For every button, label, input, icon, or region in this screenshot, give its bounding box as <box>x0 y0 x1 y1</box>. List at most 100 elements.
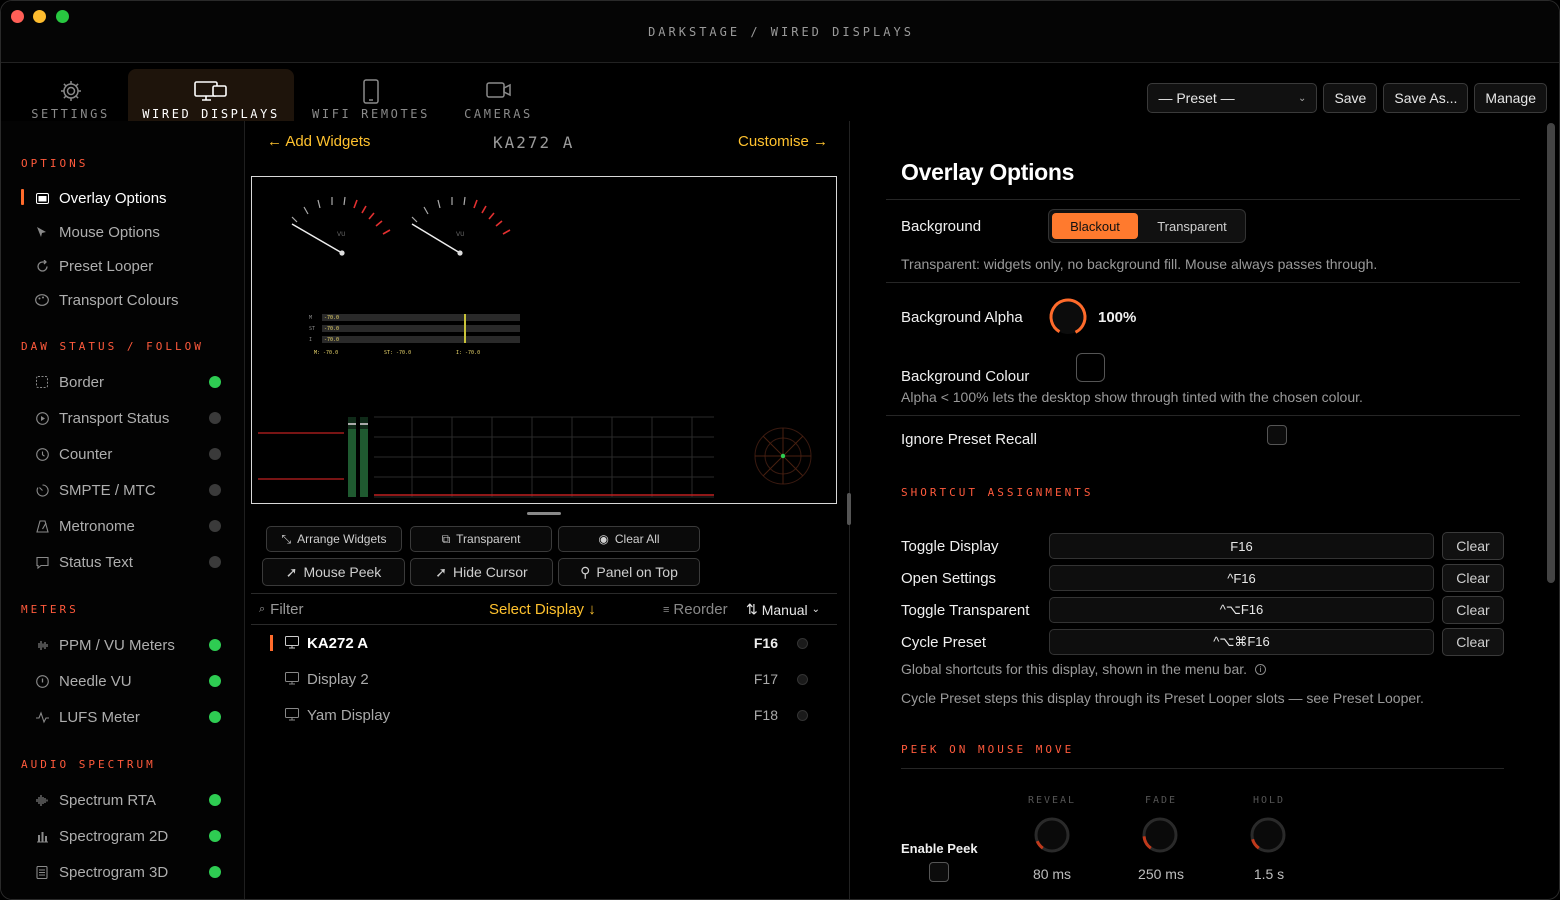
display-status-dot[interactable] <box>797 709 808 721</box>
cursor-icon <box>35 225 49 239</box>
sidebar-item-needle-vu[interactable]: Needle VU <box>21 668 231 694</box>
sort-select[interactable]: ⇅ Manual ⌄ <box>746 601 820 618</box>
blackout-option[interactable]: Blackout <box>1052 213 1138 239</box>
zoom-window-button[interactable] <box>56 10 69 23</box>
svg-text:VU: VU <box>337 231 346 238</box>
minimize-window-button[interactable] <box>33 10 46 23</box>
status-dot-on[interactable] <box>209 794 221 806</box>
status-dot-on[interactable] <box>209 675 221 687</box>
display-shortcut: F18 <box>753 707 778 723</box>
shortcut-field[interactable]: ^⌥F16 <box>1049 597 1434 623</box>
close-window-button[interactable] <box>11 10 24 23</box>
sidebar-item-transport-colours[interactable]: Transport Colours <box>21 287 231 313</box>
status-dot-on[interactable] <box>209 711 221 723</box>
clear-shortcut-button[interactable]: Clear <box>1442 596 1504 624</box>
reveal-knob[interactable] <box>1033 816 1071 854</box>
sidebar-item-transport-status[interactable]: Transport Status <box>21 405 231 431</box>
button-label: Clear All <box>614 532 660 546</box>
sidebar-item-ppm-vu-meters[interactable]: PPM / VU Meters <box>21 632 231 658</box>
enable-peek-checkbox[interactable] <box>929 862 949 882</box>
info-icon[interactable]: i <box>1255 663 1267 675</box>
status-dot-off[interactable] <box>209 520 221 532</box>
select-display-button[interactable]: Select Display ↓ <box>489 601 596 618</box>
svg-text:M: M <box>309 315 312 321</box>
status-dot-on[interactable] <box>209 376 221 388</box>
transparent-button[interactable]: ⧉ Transparent <box>410 526 552 552</box>
mouse-peek-button[interactable]: ➚ Mouse Peek <box>262 558 405 586</box>
status-dot-on[interactable] <box>209 866 221 878</box>
main-tabs: SETTINGS WIRED DISPLAYS WIFI REMOTES CAM… <box>1 63 851 121</box>
page-title: Overlay Options <box>901 159 1075 185</box>
status-dot-off[interactable] <box>209 484 221 496</box>
sidebar-item-spectrogram-2d[interactable]: Spectrogram 2D <box>21 823 231 849</box>
tab-wired-displays[interactable]: WIRED DISPLAYS <box>128 69 294 121</box>
sidebar-item-spectrogram-3d[interactable]: Spectrogram 3D <box>21 859 231 885</box>
hold-knob[interactable] <box>1249 816 1287 854</box>
status-dot-on[interactable] <box>209 830 221 842</box>
shortcut-field[interactable]: F16 <box>1049 533 1434 559</box>
shortcut-field[interactable]: ^F16 <box>1049 565 1434 591</box>
scrollbar[interactable] <box>1547 123 1555 583</box>
customise-link[interactable]: Customise → <box>738 133 828 150</box>
status-dot-off[interactable] <box>209 412 221 424</box>
sidebar-item-spectrum-rta[interactable]: Spectrum RTA <box>21 787 231 813</box>
svg-text:M: -70.0: M: -70.0 <box>314 350 338 356</box>
preview-resize-indicator[interactable] <box>527 512 561 515</box>
transparent-option[interactable]: Transparent <box>1144 213 1240 239</box>
ignore-preset-checkbox[interactable] <box>1267 425 1287 445</box>
sidebar: OPTIONS Overlay Options Mouse Options Pr… <box>1 121 245 899</box>
save-as-button[interactable]: Save As... <box>1383 83 1469 113</box>
clear-shortcut-button[interactable]: Clear <box>1442 532 1504 560</box>
sidebar-item-overlay-options[interactable]: Overlay Options <box>21 185 231 211</box>
display-preview[interactable]: VU VU M ST I -70.0 -70.0 -70.0 M: -70.0 … <box>251 176 837 504</box>
sidebar-item-border[interactable]: Border <box>21 369 231 395</box>
tab-settings[interactable]: SETTINGS <box>13 69 128 121</box>
sidebar-item-mouse-options[interactable]: Mouse Options <box>21 219 231 245</box>
status-dot-off[interactable] <box>209 448 221 460</box>
list-icon: ≡ <box>663 603 670 616</box>
knob-value: 80 ms <box>1032 866 1072 882</box>
title-bar: DARKSTAGE / WIRED DISPLAYS <box>1 1 1559 63</box>
svg-text:VU: VU <box>456 231 465 238</box>
panel-on-top-button[interactable]: ⚲ Panel on Top <box>558 558 700 586</box>
play-circle-icon <box>35 411 49 425</box>
arrange-widgets-button[interactable]: ⤡ Arrange Widgets <box>266 526 402 552</box>
manage-button[interactable]: Manage <box>1474 83 1547 113</box>
document-icon <box>35 865 49 879</box>
sidebar-item-preset-looper[interactable]: Preset Looper <box>21 253 231 279</box>
sidebar-item-label: PPM / VU Meters <box>59 636 175 654</box>
sidebar-item-lufs-meter[interactable]: LUFS Meter <box>21 704 231 730</box>
status-dot-on[interactable] <box>209 639 221 651</box>
display-row-active[interactable]: KA272 A F16 <box>266 628 826 658</box>
shortcut-field[interactable]: ^⌥⌘F16 <box>1049 629 1434 655</box>
svg-text:ST: -70.0: ST: -70.0 <box>384 350 411 356</box>
clear-all-button[interactable]: ◉ Clear All <box>558 526 700 552</box>
clear-shortcut-button[interactable]: Clear <box>1442 564 1504 592</box>
tab-wifi-remotes[interactable]: WIFI REMOTES <box>301 69 441 121</box>
tab-cameras[interactable]: CAMERAS <box>451 69 546 121</box>
clear-shortcut-button[interactable]: Clear <box>1442 628 1504 656</box>
overlay-options-panel: Overlay Options Background Blackout Tran… <box>851 121 1559 899</box>
knob-label: REVEAL <box>1027 795 1077 806</box>
save-button[interactable]: Save <box>1323 83 1378 113</box>
colour-swatch[interactable] <box>1076 353 1105 382</box>
sidebar-item-counter[interactable]: Counter <box>21 441 231 467</box>
sidebar-item-smpte-mtc[interactable]: SMPTE / MTC <box>21 477 231 503</box>
add-widgets-link[interactable]: ← Add Widgets <box>267 133 370 150</box>
display-row[interactable]: Yam Display F18 <box>266 700 826 730</box>
preset-select[interactable]: — Preset — ⌄ <box>1147 83 1318 113</box>
status-dot-off[interactable] <box>209 556 221 568</box>
alpha-value: 100% <box>1098 309 1137 326</box>
display-status-dot[interactable] <box>797 673 808 685</box>
sidebar-item-metronome[interactable]: Metronome <box>21 513 231 539</box>
sidebar-item-status-text[interactable]: Status Text <box>21 549 231 575</box>
alpha-knob[interactable] <box>1048 297 1088 337</box>
sidebar-item-label: Mouse Options <box>59 223 160 241</box>
sidebar-item-label: Border <box>59 373 105 391</box>
filter-input[interactable]: ⌕ Filter <box>259 601 304 618</box>
hide-cursor-button[interactable]: ➚ Hide Cursor <box>410 558 553 586</box>
display-row[interactable]: Display 2 F17 <box>266 664 826 694</box>
display-status-dot[interactable] <box>797 637 808 649</box>
reorder-button[interactable]: ≡ Reorder <box>663 601 728 618</box>
fade-knob[interactable] <box>1141 816 1179 854</box>
